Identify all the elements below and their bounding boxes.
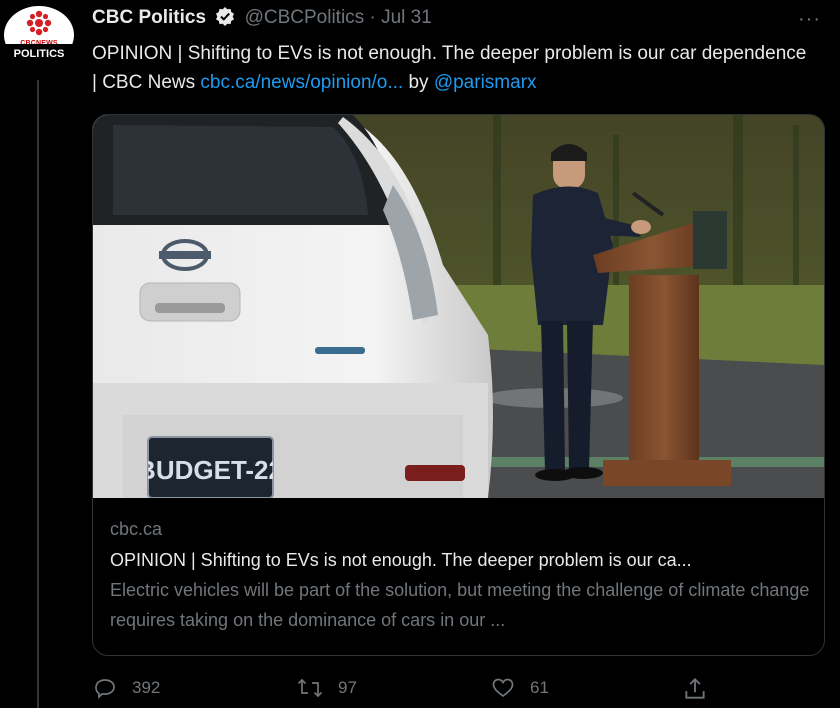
avatar-label: POLITICS — [4, 44, 74, 64]
share-button[interactable] — [682, 676, 722, 702]
card-meta: cbc.ca OPINION | Shifting to EVs is not … — [110, 519, 810, 635]
more-icon[interactable]: ··· — [798, 8, 821, 31]
timestamp[interactable]: Jul 31 — [381, 7, 432, 28]
reply-button[interactable]: 392 — [92, 676, 160, 700]
like-count: 61 — [530, 678, 549, 697]
like-icon — [492, 678, 514, 698]
retweet-button[interactable]: 97 — [296, 676, 357, 700]
card-domain: cbc.ca — [110, 519, 163, 539]
tweet-link[interactable]: cbc.ca/news/opinion/o... — [200, 72, 403, 93]
card-title[interactable]: OPINION | Shifting to EVs is not enough.… — [110, 550, 810, 571]
retweet-icon — [297, 678, 323, 698]
tweet-actions: 392 97 61 — [92, 676, 732, 704]
separator: · — [369, 7, 376, 28]
like-button[interactable]: 61 — [490, 676, 549, 700]
handle[interactable]: @CBCPolitics — [245, 7, 365, 28]
tweet-header: CBC Politics @CBCPolitics · Jul 31 — [92, 6, 432, 32]
thread-line — [37, 80, 39, 708]
verified-icon — [215, 6, 235, 32]
display-name[interactable]: CBC Politics — [92, 7, 206, 28]
license-plate: BUDGET-22 — [148, 455, 273, 485]
retweet-count: 97 — [338, 678, 357, 697]
author-mention[interactable]: @parismarx — [434, 72, 537, 93]
share-icon — [685, 677, 705, 699]
link-card[interactable]: BUDGET-22 cbc.ca OPINION | Shifting to E… — [92, 114, 825, 656]
tweet-text: OPINION | Shifting to EVs is not enough.… — [92, 39, 812, 97]
reply-icon — [95, 679, 115, 700]
card-description: Electric vehicles will be part of the so… — [110, 580, 810, 630]
reply-count: 392 — [132, 678, 161, 697]
tweet-by: by — [403, 72, 434, 93]
license-plate-text: BUDGET-22 — [148, 455, 273, 485]
